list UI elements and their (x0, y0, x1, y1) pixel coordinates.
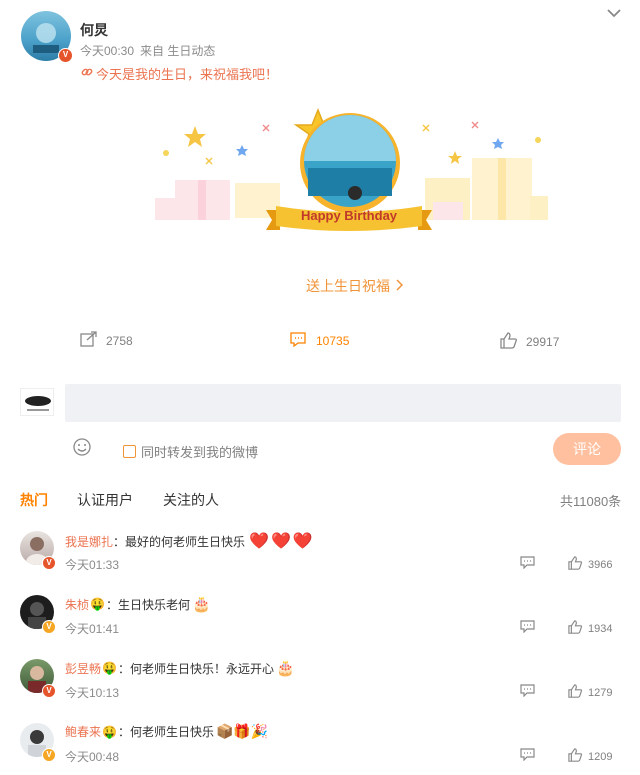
comment-time: 今天10:13 (65, 686, 120, 700)
forward-button[interactable]: 2758 (80, 331, 133, 350)
reply-icon[interactable] (520, 620, 535, 636)
comment-body: 鲍春来 🤑 ：何老师生日快乐 📦🎁🎉 (65, 723, 268, 740)
comment-like-button[interactable]: 1279 (568, 684, 612, 701)
thumbs-up-icon (568, 620, 583, 637)
tab-verified-users[interactable]: 认证用户 (77, 490, 133, 510)
comment-count: 10735 (316, 333, 350, 348)
comment-item: V 朱桢 🤑 ：生日快乐老何 🎂 今天01:41 1934 (0, 590, 640, 645)
comment-time: 今天01:41 (65, 622, 120, 636)
sync-label: 同时转发到我的微博 (141, 445, 259, 460)
comment-like-count: 1209 (588, 750, 613, 763)
send-wish-label: 送上生日祝福 (306, 278, 390, 294)
comment-total: 共11080条 (560, 494, 622, 509)
commenter-name[interactable]: 彭昱畅 (65, 660, 101, 677)
tab-following[interactable]: 关注的人 (163, 490, 219, 510)
submit-comment-button[interactable]: 评论 (553, 433, 621, 465)
comment-like-button[interactable]: 1934 (568, 620, 612, 637)
thumbs-up-icon (568, 684, 583, 701)
comment-text: ：生日快乐老何 (105, 597, 190, 612)
comment-input[interactable] (65, 384, 621, 422)
comment-body: 朱桢 🤑 ：生日快乐老何 🎂 (65, 595, 211, 613)
cake-emoji-icon: 🎂 (275, 660, 295, 677)
post-content: 今天是我的生日，来祝福我吧！ (80, 64, 278, 83)
forward-icon (80, 331, 98, 350)
post-text[interactable]: 今天是我的生日，来祝福我吧！ (96, 64, 278, 83)
member-crown-icon: 🤑 (102, 661, 117, 675)
member-crown-icon: 🤑 (102, 724, 117, 739)
ribbon-text: Happy Birthday (300, 208, 398, 223)
tab-hot[interactable]: 热门 (20, 490, 48, 510)
post-time[interactable]: 今天00:30 (80, 42, 134, 59)
link-icon (80, 65, 94, 82)
comment-like-count: 3966 (588, 558, 613, 571)
comment-item: V 彭昱畅 🤑 ：何老师生日快乐！永远开心 🎂 今天10:13 1279 (0, 654, 640, 709)
member-crown-icon: 🤑 (90, 597, 105, 611)
commenter-name[interactable]: 我是娜扎 (65, 533, 113, 550)
verified-badge-icon: V (42, 684, 56, 698)
comment-like-button[interactable]: 1209 (568, 748, 612, 765)
sync-forward-option[interactable]: 同时转发到我的微博 (123, 442, 258, 461)
send-wish-link[interactable]: 送上生日祝福 (306, 276, 404, 296)
verified-badge-icon: V (42, 748, 56, 762)
comment-text: ：何老师生日快乐 (117, 725, 214, 739)
verified-badge-icon: V (42, 556, 56, 570)
comment-like-button[interactable]: 3966 (568, 556, 612, 573)
comment-item: V 我是娜扎 ：最好的何老师生日快乐 ❤️❤️❤️ 今天01:33 3966 (0, 526, 640, 581)
commenter-name[interactable]: 朱桢 (65, 596, 89, 613)
comment-button[interactable]: 10735 (290, 331, 349, 350)
sync-checkbox[interactable] (123, 445, 136, 458)
gift-emoji-icon: 📦🎁🎉 (215, 723, 269, 739)
comment-icon (290, 331, 306, 350)
like-count: 29917 (526, 335, 560, 349)
comment-body: 彭昱畅 🤑 ：何老师生日快乐！永远开心 🎂 (65, 659, 295, 677)
reply-icon[interactable] (520, 556, 535, 572)
heart-emoji-icon: ❤️❤️❤️ (249, 533, 315, 550)
chevron-down-icon[interactable] (606, 6, 622, 20)
birthday-ribbon: Happy Birthday (266, 202, 432, 232)
current-user-avatar[interactable] (20, 388, 54, 416)
verified-badge-icon: V (58, 48, 73, 63)
comment-like-count: 1279 (588, 686, 613, 699)
commenter-name[interactable]: 鲍春来 (65, 723, 101, 740)
thumbs-up-icon (568, 556, 583, 573)
comment-input-placeholder (65, 384, 621, 404)
thumbs-up-icon (500, 332, 518, 352)
reply-icon[interactable] (520, 684, 535, 700)
forward-count: 2758 (106, 333, 133, 348)
post-source: 来自 生日动态 (140, 44, 216, 58)
verified-badge-icon: V (42, 620, 56, 634)
comment-like-count: 1934 (588, 622, 613, 635)
like-button[interactable]: 29917 (500, 332, 559, 352)
cake-emoji-icon: 🎂 (191, 596, 211, 613)
comment-text: ：何老师生日快乐！永远开心 (117, 661, 274, 676)
comment-item: V 鲍春来 🤑 ：何老师生日快乐 📦🎁🎉 今天00:48 1209 (0, 718, 640, 773)
comment-text: ：最好的何老师生日快乐 (113, 534, 246, 549)
emoji-button[interactable] (72, 437, 92, 457)
birthday-card[interactable]: Happy Birthday (150, 98, 550, 248)
chevron-right-icon (395, 278, 404, 294)
thumbs-up-icon (568, 748, 583, 765)
author-name[interactable]: 何炅 (80, 20, 108, 40)
comment-time: 今天01:33 (65, 558, 120, 572)
comment-time: 今天00:48 (65, 750, 120, 764)
comment-body: 我是娜扎 ：最好的何老师生日快乐 ❤️❤️❤️ (65, 531, 315, 551)
reply-icon[interactable] (520, 748, 535, 764)
